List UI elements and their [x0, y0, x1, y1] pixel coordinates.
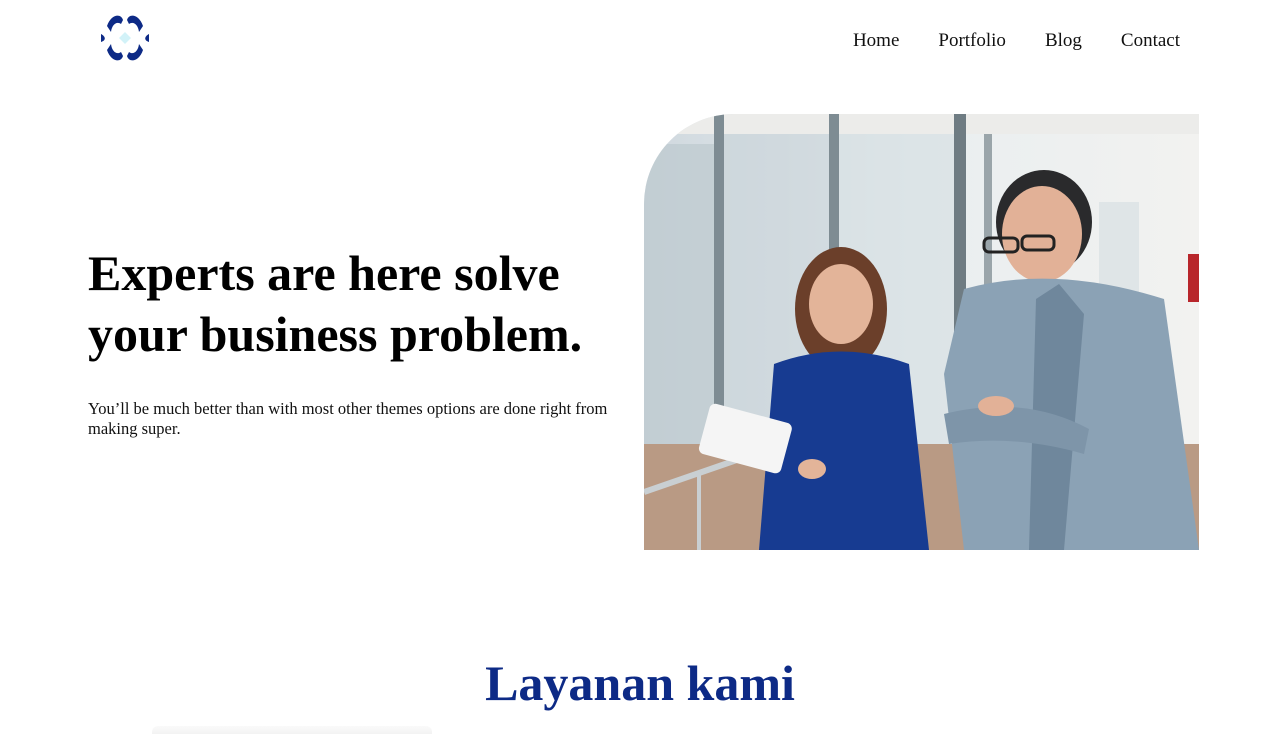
nav-home[interactable]: Home: [853, 30, 899, 52]
services-title: Layanan kami: [485, 655, 795, 711]
nav-blog[interactable]: Blog: [1045, 30, 1082, 52]
service-card: [152, 726, 432, 734]
hero-title: Experts are here solve your business pro…: [88, 245, 583, 362]
nav-contact[interactable]: Contact: [1121, 30, 1180, 52]
four-petal-logo-icon[interactable]: [97, 12, 153, 64]
hero-image: [644, 114, 1199, 550]
hero-description: You’ll be much better than with most oth…: [88, 399, 608, 438]
nav-portfolio[interactable]: Portfolio: [938, 30, 1006, 52]
main-nav: Home Portfolio Blog Contact: [853, 30, 1180, 52]
